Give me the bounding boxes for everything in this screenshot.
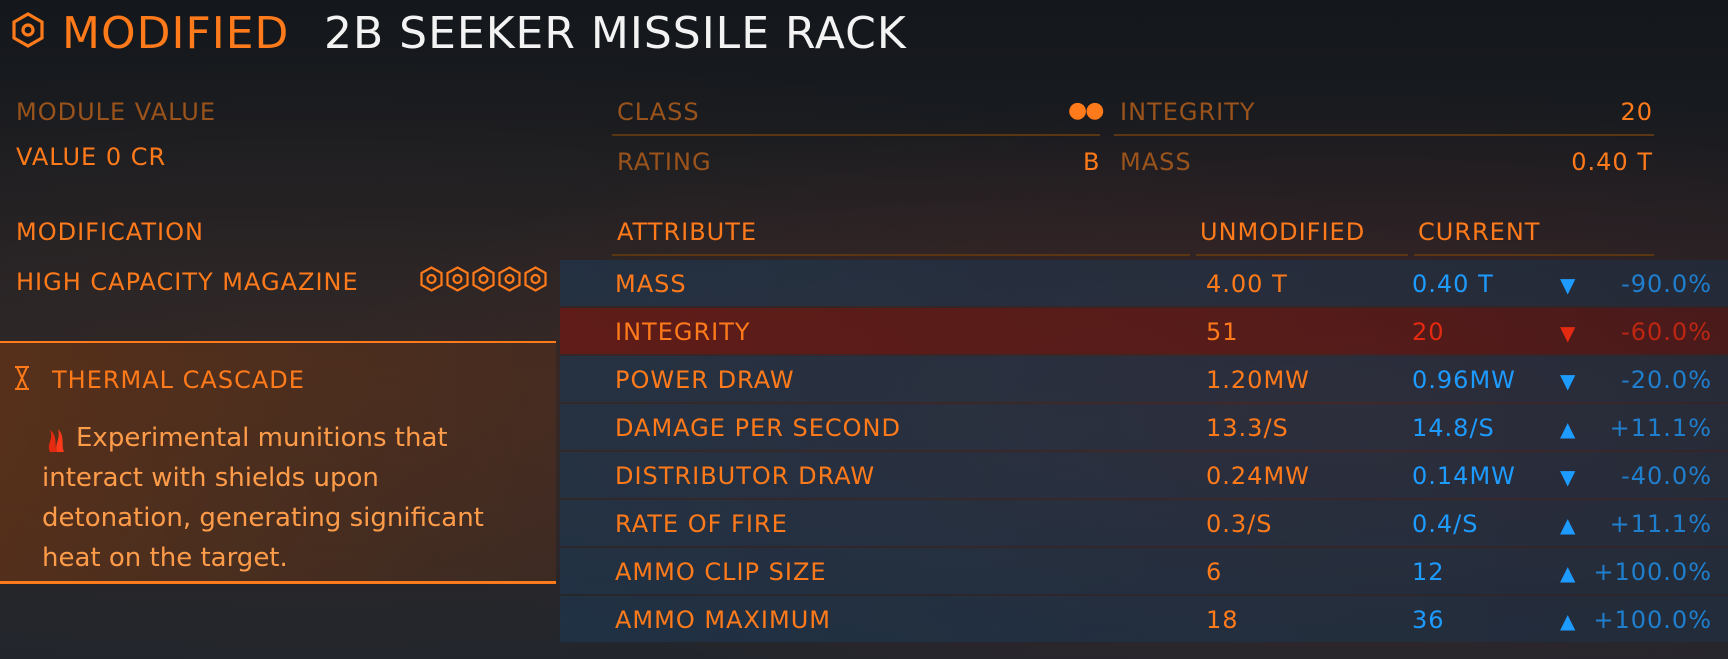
table-row: AMMO MAXIMUM 18 36 ▲ +100.0% <box>560 596 1728 642</box>
rating-label: RATING <box>617 148 712 176</box>
attribute-table: MASS 4.00 T 0.40 T ▼ -90.0% INTEGRITY 51 20 ▼ -6… <box>560 260 1728 644</box>
row-attribute: AMMO CLIP SIZE <box>615 558 827 586</box>
column-header-unmodified: UNMODIFIED <box>1200 218 1366 246</box>
grade-hex-icon <box>446 266 469 292</box>
module-value-label: MODULE VALUE <box>16 98 217 126</box>
row-unmodified: 6 <box>1206 558 1223 586</box>
table-row: DISTRIBUTOR DRAW 0.24MW 0.14MW ▼ -40.0% <box>560 452 1728 498</box>
row-change: -90.0% <box>1621 270 1712 298</box>
table-row: INTEGRITY 51 20 ▼ -60.0% <box>560 308 1728 354</box>
change-arrow-icon: ▼ <box>1560 321 1577 345</box>
row-unmodified: 4.00 T <box>1206 270 1288 298</box>
row-unmodified: 13.3/S <box>1206 414 1289 442</box>
table-row: MASS 4.00 T 0.40 T ▼ -90.0% <box>560 260 1728 306</box>
row-attribute: MASS <box>615 270 687 298</box>
row-attribute: DISTRIBUTOR DRAW <box>615 462 876 490</box>
modified-hex-icon <box>12 12 44 48</box>
modification-name: HIGH CAPACITY MAGAZINE <box>16 268 359 296</box>
change-arrow-icon: ▲ <box>1560 417 1577 441</box>
row-change: +11.1% <box>1609 414 1712 442</box>
table-row: DAMAGE PER SECOND 13.3/S 14.8/S ▲ +11.1% <box>560 404 1728 450</box>
row-unmodified: 18 <box>1206 606 1239 634</box>
column-header-attribute: ATTRIBUTE <box>617 218 758 246</box>
table-row: RATE OF FIRE 0.3/S 0.4/S ▲ +11.1% <box>560 500 1728 546</box>
row-current: 20 <box>1412 318 1445 346</box>
row-change: -40.0% <box>1621 462 1712 490</box>
row-change: +11.1% <box>1609 510 1712 538</box>
change-arrow-icon: ▼ <box>1560 369 1577 393</box>
row-current: 36 <box>1412 606 1445 634</box>
row-current: 0.40 T <box>1412 270 1494 298</box>
experimental-flask-icon <box>15 366 29 390</box>
row-attribute: AMMO MAXIMUM <box>615 606 831 634</box>
experimental-effect-title: THERMAL CASCADE <box>52 366 305 394</box>
divider <box>612 254 1190 256</box>
modification-label: MODIFICATION <box>16 218 204 246</box>
change-arrow-icon: ▲ <box>1560 609 1577 633</box>
grade-hex-icon <box>472 266 495 292</box>
change-arrow-icon: ▲ <box>1560 561 1577 585</box>
integrity-value: 20 <box>1620 98 1653 126</box>
class-label: CLASS <box>617 98 700 126</box>
divider <box>1414 254 1654 256</box>
row-change: -20.0% <box>1621 366 1712 394</box>
modified-status: MODIFIED <box>62 8 290 59</box>
row-unmodified: 0.3/S <box>1206 510 1273 538</box>
grade-hex-icon <box>498 266 521 292</box>
divider <box>1196 254 1408 256</box>
row-attribute: INTEGRITY <box>615 318 751 346</box>
table-row: POWER DRAW 1.20MW 0.96MW ▼ -20.0% <box>560 356 1728 402</box>
row-unmodified: 51 <box>1206 318 1239 346</box>
row-change: +100.0% <box>1593 558 1712 586</box>
row-change: -60.0% <box>1621 318 1712 346</box>
change-arrow-icon: ▲ <box>1560 513 1577 537</box>
row-current: 0.96MW <box>1412 366 1516 394</box>
rating-value: B <box>1083 148 1101 176</box>
row-unmodified: 1.20MW <box>1206 366 1310 394</box>
row-current: 14.8/S <box>1412 414 1495 442</box>
change-arrow-icon: ▼ <box>1560 273 1577 297</box>
change-arrow-icon: ▼ <box>1560 465 1577 489</box>
experimental-effect-description: Experimental munitions that interact wit… <box>42 423 484 573</box>
mass-label: MASS <box>1120 148 1192 176</box>
row-current: 0.4/S <box>1412 510 1479 538</box>
row-attribute: POWER DRAW <box>615 366 795 394</box>
row-attribute: RATE OF FIRE <box>615 510 788 538</box>
row-attribute: DAMAGE PER SECOND <box>615 414 901 442</box>
divider <box>1114 134 1654 136</box>
column-header-current: CURRENT <box>1418 218 1541 246</box>
grade-hex-icon <box>420 266 443 292</box>
modification-grade <box>420 266 547 292</box>
module-title: 2B SEEKER MISSILE RACK <box>324 8 907 59</box>
grade-hex-icon <box>524 266 547 292</box>
divider <box>612 134 1100 136</box>
module-value: VALUE 0 CR <box>16 143 167 171</box>
row-current: 0.14MW <box>1412 462 1516 490</box>
row-change: +100.0% <box>1593 606 1712 634</box>
class-value: ●● <box>1068 98 1104 123</box>
row-current: 12 <box>1412 558 1445 586</box>
integrity-label: INTEGRITY <box>1120 98 1256 126</box>
row-unmodified: 0.24MW <box>1206 462 1310 490</box>
table-row: AMMO CLIP SIZE 6 12 ▲ +100.0% <box>560 548 1728 594</box>
mass-value: 0.40 T <box>1571 148 1653 176</box>
